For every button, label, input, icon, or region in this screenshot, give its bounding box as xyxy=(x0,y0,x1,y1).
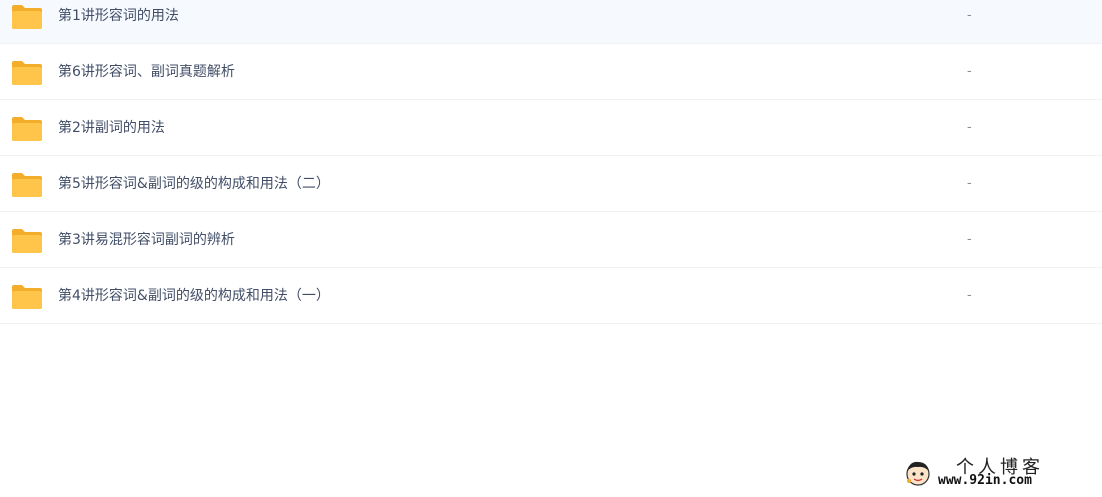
file-name[interactable]: 第2讲副词的用法 xyxy=(58,118,165,138)
file-size: - xyxy=(967,8,972,23)
file-size: - xyxy=(967,288,972,303)
mascot-icon xyxy=(906,461,930,486)
file-name[interactable]: 第5讲形容词&副词的级的构成和用法（二） xyxy=(58,174,330,194)
folder-icon xyxy=(12,117,42,141)
folder-icon xyxy=(12,229,42,253)
folder-icon xyxy=(12,173,42,197)
file-row[interactable]: 第2讲副词的用法 - xyxy=(0,100,1102,156)
file-size: - xyxy=(967,176,972,191)
file-name[interactable]: 第1讲形容词的用法 xyxy=(58,6,179,26)
file-row[interactable]: 第6讲形容词、副词真题解析 - xyxy=(0,44,1102,100)
file-size: - xyxy=(967,232,972,247)
file-row[interactable]: 第3讲易混形容词副词的辨析 - xyxy=(0,212,1102,268)
folder-icon xyxy=(12,61,42,85)
file-size: - xyxy=(967,120,972,135)
file-name[interactable]: 第3讲易混形容词副词的辨析 xyxy=(58,230,235,250)
file-list: 第1讲形容词的用法 - 第6讲形容词、副词真题解析 - 第2讲副词的用法 - 第… xyxy=(0,0,1102,324)
file-row[interactable]: 第1讲形容词的用法 - xyxy=(0,0,1102,44)
file-name[interactable]: 第6讲形容词、副词真题解析 xyxy=(58,62,235,82)
watermark-url: www.92in.com xyxy=(938,473,1032,488)
file-row[interactable]: 第5讲形容词&副词的级的构成和用法（二） - xyxy=(0,156,1102,212)
file-name[interactable]: 第4讲形容词&副词的级的构成和用法（一） xyxy=(58,286,330,306)
file-row[interactable]: 第4讲形容词&副词的级的构成和用法（一） - xyxy=(0,268,1102,324)
folder-icon xyxy=(12,285,42,309)
file-size: - xyxy=(967,64,972,79)
watermark: 个人博客 www.92in.com xyxy=(904,455,1084,491)
folder-icon xyxy=(12,5,42,29)
